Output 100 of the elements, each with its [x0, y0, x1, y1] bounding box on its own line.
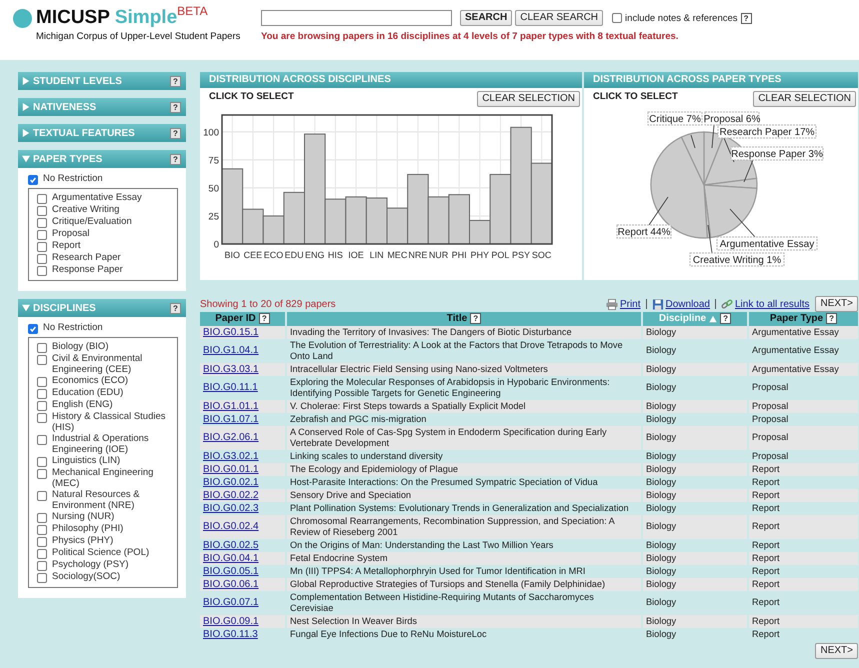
paper-id-link[interactable]: BIO.G0.02.3 [203, 502, 259, 514]
checkbox-label[interactable]: Creative Writing [52, 205, 120, 216]
help-icon[interactable]: ? [170, 76, 181, 86]
checkbox[interactable] [37, 242, 47, 252]
checkbox-label[interactable]: No Restriction [43, 174, 103, 184]
help-icon[interactable]: ? [258, 313, 270, 324]
checkbox[interactable] [37, 206, 47, 216]
paper-id-link[interactable]: BIO.G0.06.1 [203, 578, 259, 590]
checkbox[interactable] [37, 254, 47, 264]
paper-id-link[interactable]: BIO.G2.06.1 [203, 432, 259, 443]
paper-id-link[interactable]: BIO.G0.04.1 [203, 552, 259, 564]
help-icon[interactable]: ? [170, 154, 181, 164]
checkbox[interactable] [37, 377, 47, 387]
checkbox-label[interactable]: Response Paper [52, 265, 123, 276]
checkbox-label[interactable]: History & Classical Studies (HIS) [52, 412, 169, 433]
bar[interactable] [345, 196, 367, 244]
checkbox[interactable] [37, 230, 47, 240]
next-button[interactable]: NEXT> [815, 642, 858, 658]
bar[interactable] [242, 208, 264, 244]
checkbox[interactable] [37, 194, 47, 204]
checkbox-label[interactable]: Argumentative Essay [52, 193, 142, 204]
clear-search-button[interactable]: CLEAR SEARCH [515, 10, 604, 26]
checkbox[interactable] [612, 13, 622, 23]
paper-id-link[interactable]: BIO.G1.04.1 [203, 345, 259, 356]
bar[interactable] [386, 208, 408, 244]
paper-id-link[interactable]: BIO.G0.07.1 [203, 597, 259, 608]
bar[interactable] [469, 220, 491, 244]
section-header[interactable]: NATIVENESS ? [18, 98, 186, 116]
checkbox[interactable] [37, 413, 47, 423]
checkbox[interactable] [37, 513, 47, 523]
checkbox-label[interactable]: Sociology(SOC) [52, 572, 120, 582]
paper-id-link[interactable]: BIO.G1.01.1 [203, 400, 259, 412]
section-header[interactable]: DISCIPLINES ? [18, 299, 186, 317]
paper-id-link[interactable]: BIO.G0.15.1 [203, 326, 259, 338]
checkbox[interactable] [37, 401, 47, 411]
checkbox[interactable] [37, 573, 47, 583]
search-button[interactable]: SEARCH [460, 10, 512, 26]
checkbox[interactable] [37, 561, 47, 571]
checkbox[interactable] [37, 525, 47, 535]
checkbox-label[interactable]: Critique/Evaluation [52, 217, 132, 228]
checkbox-label[interactable]: Linguistics (LIN) [52, 456, 120, 466]
link-link[interactable]: Link to all results [735, 298, 810, 310]
bar[interactable] [222, 168, 244, 244]
help-icon[interactable]: ? [720, 313, 732, 324]
checkbox[interactable] [37, 491, 47, 501]
help-icon[interactable]: ? [170, 102, 181, 112]
paper-id-link[interactable]: BIO.G0.11.1 [203, 382, 258, 393]
clear-selection-button[interactable]: CLEAR SELECTION [753, 91, 856, 107]
checkbox-label[interactable]: Report [52, 241, 81, 252]
print-link[interactable]: Print [620, 298, 641, 310]
column-header[interactable]: Paper Type ? [749, 312, 858, 326]
help-icon[interactable]: ? [470, 313, 482, 324]
clear-selection-button[interactable]: CLEAR SELECTION [477, 91, 580, 107]
help-icon[interactable]: ? [740, 12, 752, 24]
download-link[interactable]: Download [666, 298, 710, 310]
checkbox-label[interactable]: include notes & references [625, 12, 738, 24]
checkbox[interactable] [37, 549, 47, 559]
checkbox[interactable] [37, 457, 47, 467]
next-button[interactable]: NEXT> [815, 296, 858, 312]
paper-id-link[interactable]: BIO.G0.02.2 [203, 490, 259, 500]
bar[interactable] [490, 174, 512, 244]
paper-id-link[interactable]: BIO.G3.02.1 [203, 450, 259, 462]
help-icon[interactable]: ? [826, 313, 838, 324]
checkbox-label[interactable]: Political Science (POL) [52, 548, 150, 558]
bar[interactable] [428, 196, 450, 244]
checkbox-label[interactable]: Civil & Environmental Engineering (CEE) [52, 354, 169, 375]
column-header[interactable]: Paper ID ? [200, 312, 285, 326]
paper-id-link[interactable]: BIO.G3.03.1 [203, 364, 259, 374]
checkbox-label[interactable]: Education (EDU) [52, 388, 124, 398]
bar[interactable] [448, 194, 470, 244]
checkbox-label[interactable]: Natural Resources & Environment (NRE) [52, 490, 169, 511]
search-field[interactable] [261, 10, 452, 26]
paper-id-link[interactable]: BIO.G0.02.5 [203, 540, 259, 550]
checkbox-label[interactable]: English (ENG) [52, 400, 113, 410]
checkbox-label[interactable]: Physics (PHY) [52, 536, 114, 546]
paper-id-link[interactable]: BIO.G0.02.1 [203, 476, 259, 488]
checkbox[interactable] [28, 324, 38, 334]
printer-icon[interactable] [606, 298, 618, 310]
checkbox-label[interactable]: Nursing (NUR) [52, 512, 114, 522]
bar[interactable] [324, 198, 346, 244]
paper-id-link[interactable]: BIO.G0.05.1 [203, 566, 259, 576]
checkbox-label[interactable]: Economics (ECO) [52, 376, 128, 386]
checkbox[interactable] [37, 469, 47, 479]
checkbox[interactable] [37, 537, 47, 547]
bar[interactable] [510, 126, 532, 244]
paper-id-link[interactable]: BIO.G0.02.4 [203, 521, 259, 532]
section-header[interactable]: STUDENT LEVELS ? [18, 72, 186, 90]
bar[interactable] [262, 215, 284, 244]
chain-link-icon[interactable] [721, 298, 733, 310]
bar[interactable] [366, 198, 388, 244]
paper-id-link[interactable]: BIO.G0.11.3 [203, 628, 258, 640]
column-header[interactable]: Discipline ? [643, 312, 747, 326]
bar[interactable] [407, 174, 429, 244]
section-header[interactable]: PAPER TYPES ? [18, 150, 186, 168]
checkbox[interactable] [37, 218, 47, 228]
checkbox[interactable] [37, 389, 47, 399]
checkbox-label[interactable]: Mechanical Engineering (MEC) [52, 468, 169, 489]
paper-id-link[interactable]: BIO.G1.07.1 [203, 414, 259, 424]
bar[interactable] [530, 162, 552, 244]
paper-id-link[interactable]: BIO.G0.09.1 [203, 616, 259, 626]
